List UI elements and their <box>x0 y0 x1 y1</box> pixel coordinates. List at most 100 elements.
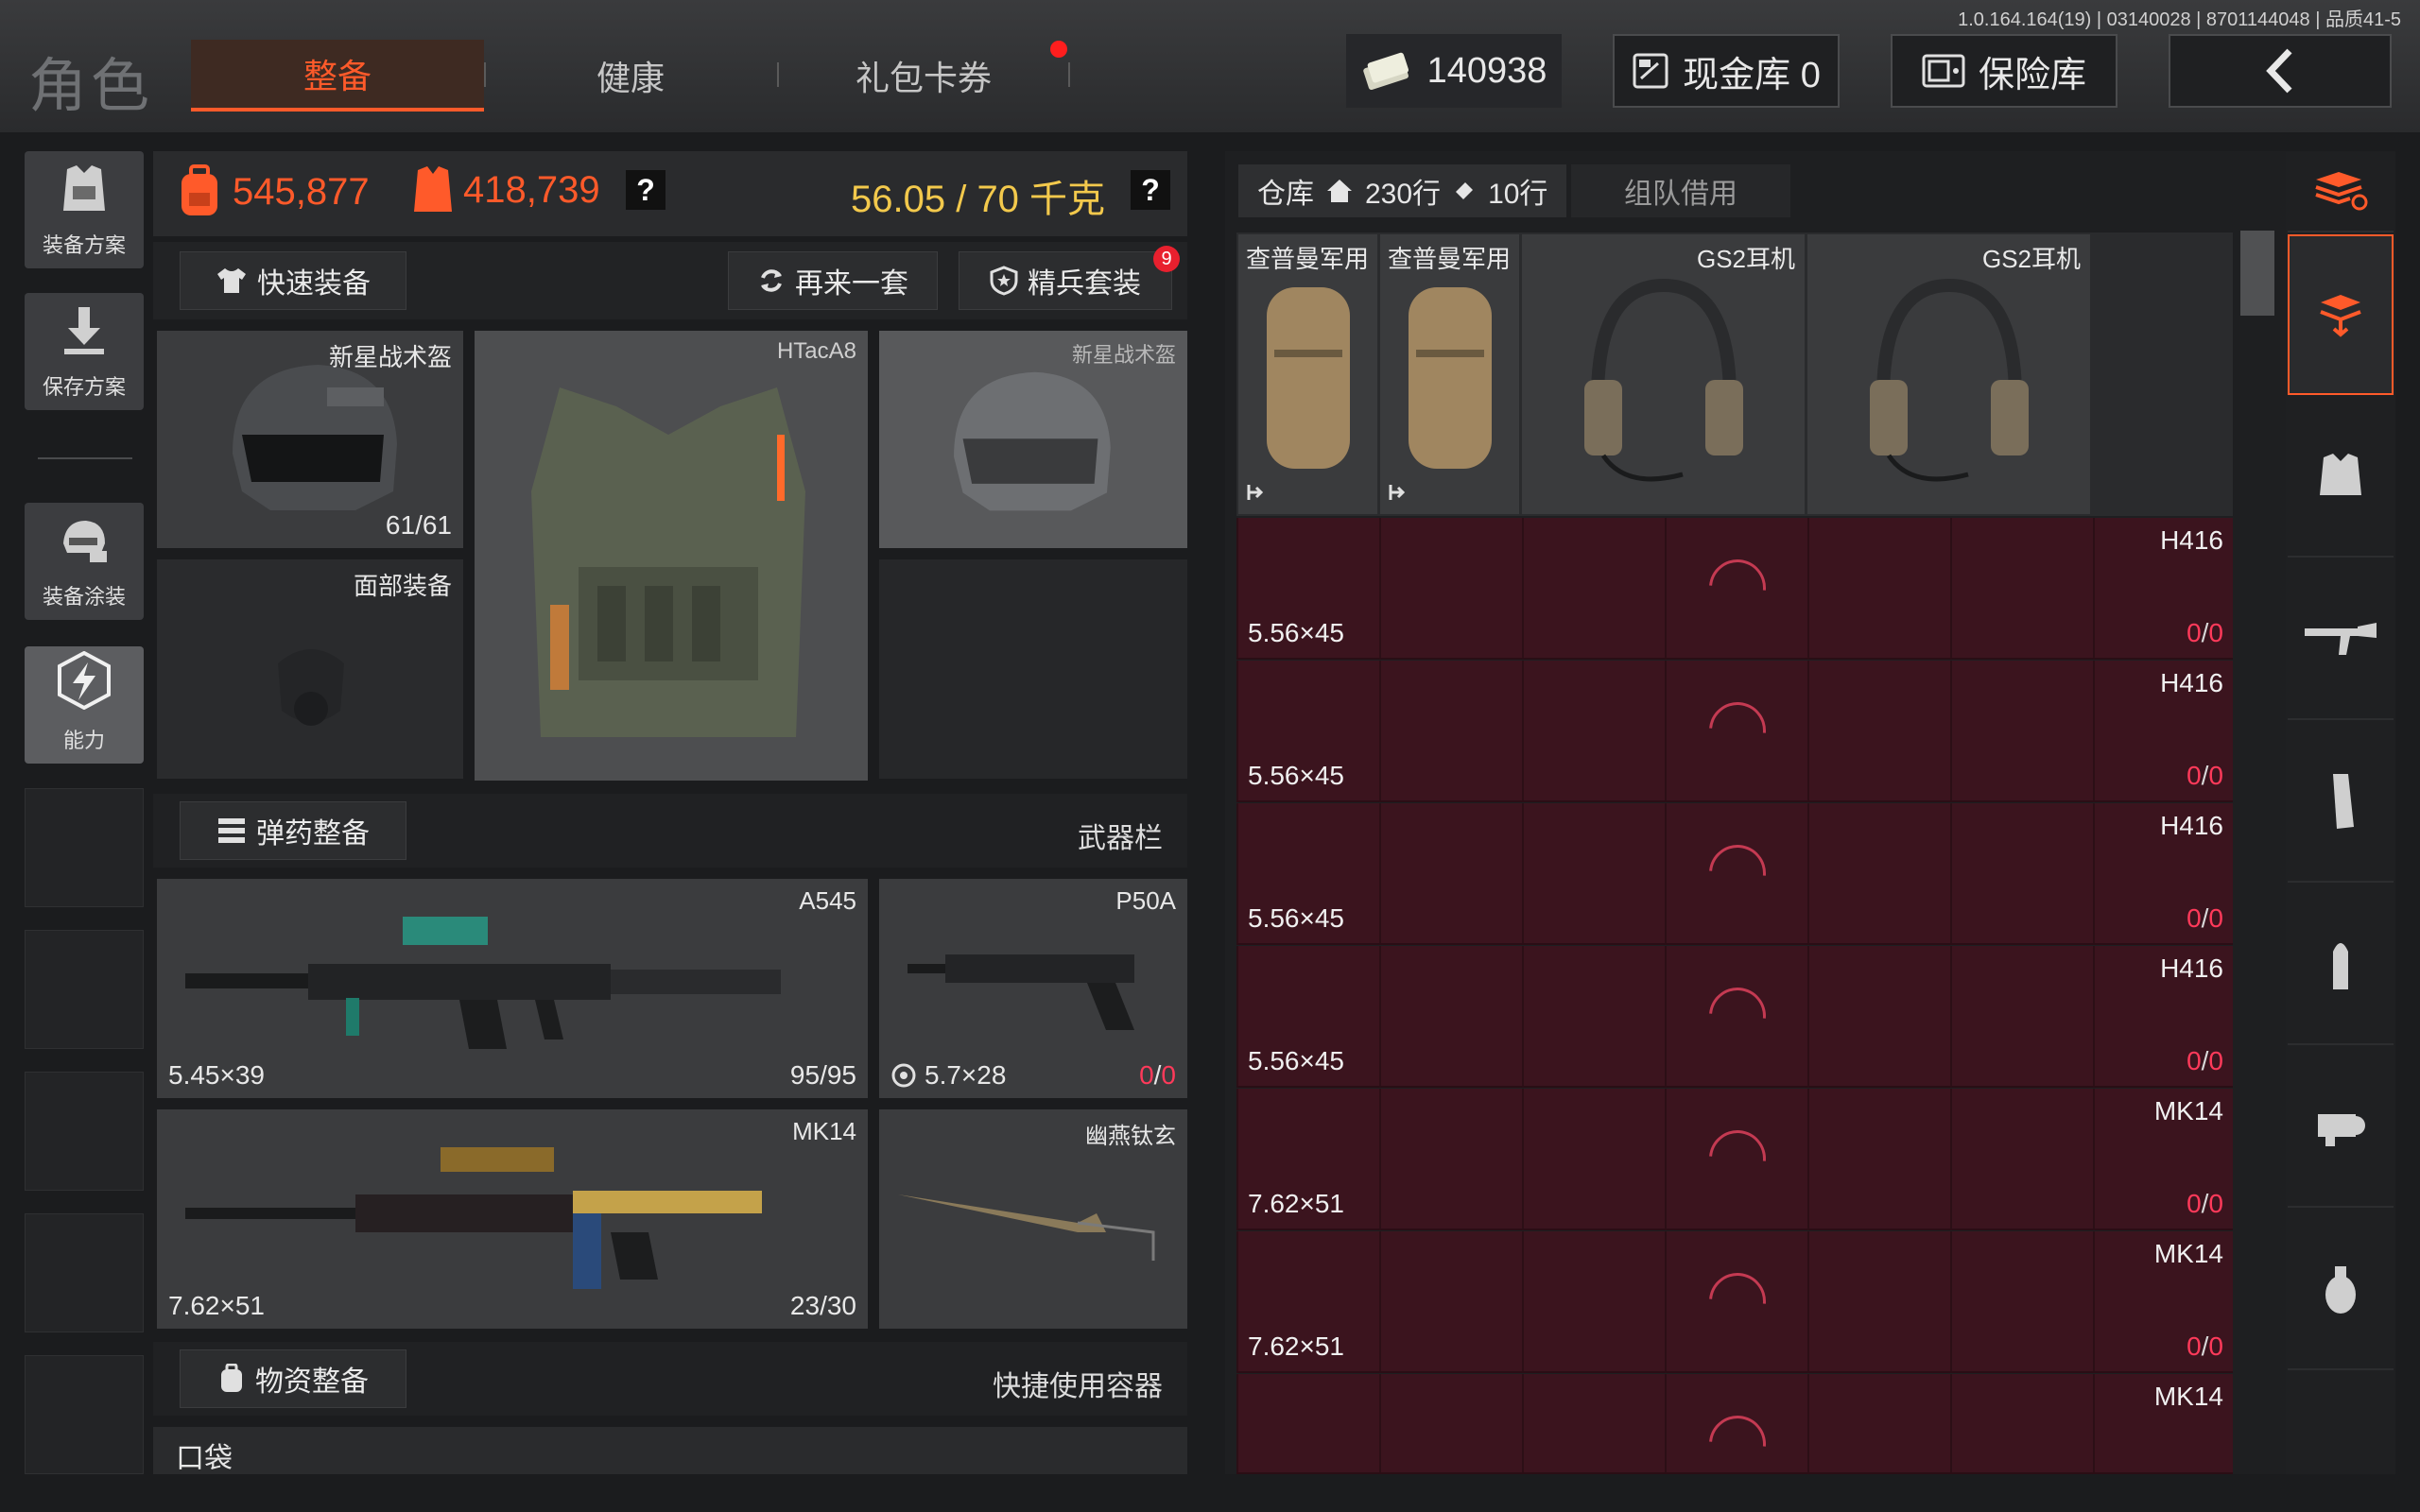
row-caliber: 5.56×45 <box>1248 903 1344 933</box>
armor-icon[interactable] <box>2288 397 2394 558</box>
bullet-icon[interactable] <box>2288 885 2394 1045</box>
supplies-prep-button[interactable]: 物资整备 <box>180 1349 406 1408</box>
backpack-icon <box>176 164 223 219</box>
value-help-button[interactable]: ? <box>626 170 666 210</box>
helmet-slot[interactable]: 新星战术盔 61/61 <box>157 331 463 548</box>
tab-divider <box>1068 62 1070 87</box>
row-caliber: 5.56×45 <box>1248 1046 1344 1075</box>
sidearm-slot[interactable]: P50A 5.7×28 0/0 <box>879 879 1187 1098</box>
vest-image <box>531 387 805 737</box>
elite-set-button[interactable]: 精兵套装 <box>959 251 1172 310</box>
notification-dot <box>1050 41 1067 58</box>
row-caliber: 7.62×51 <box>1248 1189 1344 1218</box>
empty-slot <box>25 930 144 1049</box>
empty-slot <box>25 1213 144 1332</box>
warehouse-scrollbar[interactable] <box>2240 231 2274 316</box>
tab-gift-coupons[interactable]: 礼包卡券 <box>777 40 1070 112</box>
face-slot[interactable]: 面部装备 <box>157 559 463 779</box>
duffel-bag-icon <box>1409 287 1492 469</box>
scope-icon[interactable] <box>2288 1047 2394 1208</box>
supplies-section-bar: 物资整备 快捷使用容器 <box>153 1342 1187 1416</box>
ammo-prep-button[interactable]: 弹药整备 <box>180 801 406 860</box>
sidebar-label: 保存方案 <box>42 375 126 399</box>
ammo-prep-label: 弹药整备 <box>256 818 370 850</box>
ability-button[interactable]: 能力 <box>25 646 144 764</box>
ammo-section-bar: 弹药整备 武器栏 <box>153 794 1187 868</box>
melee-name: 幽燕钛玄 <box>1085 1124 1176 1149</box>
grenade-icon[interactable] <box>2288 1210 2394 1370</box>
tab-health[interactable]: 健康 <box>484 40 777 112</box>
loadout-plan-button[interactable]: 装备方案 <box>25 151 144 268</box>
tab-equip[interactable]: 整备 <box>191 40 484 112</box>
stack-refresh-icon[interactable] <box>2288 151 2394 232</box>
weapon-name: P50A <box>1115 886 1176 915</box>
weapon-caliber: 7.62×51 <box>168 1291 265 1320</box>
magazine-icon[interactable] <box>2288 722 2394 883</box>
row-weapon: MK14 <box>2153 1382 2223 1411</box>
safe-icon <box>1922 54 1965 88</box>
row-current: 0 <box>2187 1332 2202 1361</box>
ammo-row[interactable]: H416 5.56×45 0/0 <box>1236 946 2233 1088</box>
warehouse-rows: 230行 <box>1365 179 1442 210</box>
armor-value-text: 418,739 <box>463 168 600 211</box>
rifle-icon[interactable] <box>2288 559 2394 720</box>
sidebar-label: 能力 <box>62 729 105 752</box>
safe-label: 保险库 <box>1978 55 2086 95</box>
primary-weapon-slot[interactable]: A545 5.45×39 95/95 <box>157 879 868 1098</box>
row-count: 0/0 <box>2187 1046 2223 1075</box>
exit-icon <box>1389 485 1406 500</box>
row-max: 0 <box>2208 1046 2223 1075</box>
ammo-row[interactable]: H416 5.56×45 0/0 <box>1236 803 2233 945</box>
ticket-rows: 10行 <box>1488 179 1548 210</box>
empty-gear-slot[interactable] <box>879 559 1187 779</box>
stack-download-icon[interactable] <box>2288 234 2394 395</box>
warehouse-tab[interactable]: 仓库 230行 10行 <box>1238 164 1567 217</box>
ammo-row[interactable]: H416 5.56×45 0/0 <box>1236 661 2233 802</box>
melee-slot[interactable]: 幽燕钛玄 <box>879 1109 1187 1329</box>
helmet-preview-slot[interactable]: 新星战术盔 <box>879 331 1187 548</box>
row-max: 0 <box>2208 903 2223 933</box>
ammo-row[interactable]: MK14 <box>1236 1374 2233 1485</box>
row-count: 0/0 <box>2187 618 2223 647</box>
team-borrow-tab[interactable]: 组队借用 <box>1571 164 1790 217</box>
quick-container-label: 快捷使用容器 <box>993 1371 1163 1402</box>
quick-equip-button[interactable]: 快速装备 <box>180 251 406 310</box>
save-plan-button[interactable]: 保存方案 <box>25 293 144 410</box>
secondary-weapon-slot[interactable]: MK14 7.62×51 23/30 <box>157 1109 868 1329</box>
row-caliber: 5.56×45 <box>1248 761 1344 790</box>
lightning-icon <box>56 650 112 718</box>
item-cell[interactable]: GS2耳机 <box>1522 234 1806 514</box>
item-name: 查普曼军用 <box>1388 245 1512 273</box>
vest-name: HTacA8 <box>776 338 856 364</box>
item-cell[interactable]: 查普曼军用 <box>1380 234 1520 514</box>
face-slot-label: 面部装备 <box>353 572 452 600</box>
ticket-icon <box>1452 179 1477 203</box>
safe-button[interactable]: 保险库 <box>1891 34 2118 108</box>
gas-mask-icon <box>278 649 344 726</box>
weight-help-button[interactable]: ? <box>1131 170 1170 210</box>
row-count: 0/0 <box>2187 761 2223 790</box>
rifle-image <box>185 917 781 1049</box>
headset-icon <box>1584 278 1743 482</box>
home-icon <box>1325 178 1354 204</box>
item-cell[interactable]: 查普曼军用 <box>1238 234 1378 514</box>
again-button[interactable]: 再来一套 <box>728 251 938 310</box>
armor-value: 418,739 <box>412 164 600 215</box>
ammo-row[interactable]: MK14 7.62×51 0/0 <box>1236 1089 2233 1230</box>
back-button[interactable] <box>2169 34 2392 108</box>
row-current: 0 <box>2187 1046 2202 1075</box>
money-display: 140938 <box>1346 34 1562 108</box>
vest-slot[interactable]: HTacA8 <box>475 331 868 781</box>
helmet-preview-image <box>954 371 1111 511</box>
ammo-row[interactable]: H416 5.56×45 0/0 <box>1236 518 2233 660</box>
smg-image <box>908 954 1134 1030</box>
refresh-icon <box>757 266 786 295</box>
again-label: 再来一套 <box>795 268 908 300</box>
gear-skin-button[interactable]: 装备涂装 <box>25 503 144 620</box>
ammo-row[interactable]: MK14 7.62×51 0/0 <box>1236 1231 2233 1373</box>
item-cell[interactable]: GS2耳机 <box>1807 234 2091 514</box>
row-count: 0/0 <box>2187 903 2223 933</box>
row-max: 0 <box>2208 1332 2223 1361</box>
cash-vault-button[interactable]: 现金库 0 <box>1613 34 1840 108</box>
row-weapon: MK14 <box>2153 1239 2223 1268</box>
